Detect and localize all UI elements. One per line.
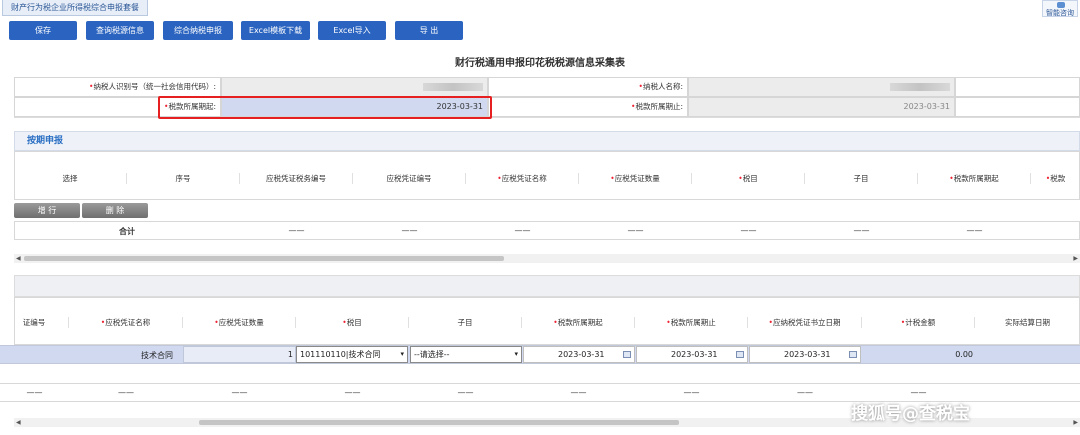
- chat-icon: [1057, 2, 1065, 8]
- assistant-button[interactable]: 智能咨询: [1042, 0, 1078, 17]
- row-voucher-name: 技术合同: [141, 351, 173, 360]
- taxpayer-name-value: [688, 77, 955, 97]
- period-end-date-value: 2023-03-31: [671, 350, 718, 359]
- period-end-field[interactable]: 2023-03-31: [688, 97, 955, 117]
- scroll-right-icon[interactable]: ▶: [1073, 418, 1078, 427]
- total-dash-1: ——: [288, 226, 305, 235]
- chevron-down-icon: ▾: [400, 350, 404, 358]
- calendar-icon[interactable]: [623, 351, 631, 358]
- total-dash-5: ——: [740, 226, 757, 235]
- col2-tax-amount: •计税金额: [862, 317, 975, 328]
- save-button[interactable]: 保存: [9, 21, 77, 40]
- total2-dash-7: ——: [683, 388, 700, 397]
- total-dash-4: ——: [627, 226, 644, 235]
- taxpayer-name-label: •纳税人名称:: [488, 77, 688, 97]
- section2-header-bar: [14, 275, 1080, 297]
- comprehensive-declare-button[interactable]: 综合纳税申报: [163, 21, 233, 40]
- col-voucher-count: •应税凭证数量: [579, 173, 692, 184]
- scroll-left-icon[interactable]: ◀: [16, 254, 21, 263]
- col-index: 序号: [127, 173, 240, 184]
- total2-dash-2: ——: [118, 388, 134, 397]
- calendar-icon[interactable]: [736, 351, 744, 358]
- col2-settlement-date: 实际结算日期: [1005, 318, 1050, 327]
- col-tax-number: 应税凭证税务编号: [240, 173, 353, 184]
- excel-import-button[interactable]: Excel导入: [318, 21, 386, 40]
- col2-tax-item: •税目: [296, 317, 409, 328]
- total-dash-3: ——: [514, 226, 531, 235]
- title-bar: [0, 0, 1080, 18]
- period-start-date-value: 2023-03-31: [558, 350, 605, 359]
- export-button[interactable]: 导 出: [395, 21, 463, 40]
- section-header: 按期申报: [14, 131, 1080, 151]
- col-tax-item: •税目: [692, 173, 805, 184]
- total2-dash-8: ——: [797, 388, 813, 397]
- col2-sub-item: 子目: [409, 317, 522, 328]
- calendar-icon[interactable]: [849, 351, 857, 358]
- total2-dash-5: ——: [457, 388, 474, 397]
- sub-item-value: --请选择--: [414, 350, 450, 359]
- total2-dash-1: ——: [26, 388, 43, 397]
- tax-item-value: 101110110|技术合同: [300, 350, 381, 359]
- signing-date-value: 2023-03-31: [784, 350, 831, 359]
- window-tab[interactable]: 财产行为税企业所得税综合申报套餐: [2, 0, 148, 16]
- total2-dash-6: ——: [570, 388, 587, 397]
- chevron-down-icon: ▾: [514, 350, 518, 358]
- scroll-left-icon[interactable]: ◀: [16, 418, 21, 427]
- horizontal-scrollbar[interactable]: ◀ ▶: [14, 254, 1080, 263]
- col2-voucher-count: •应税凭证数量: [183, 317, 296, 328]
- col2-voucher-name: •应税凭证名称: [69, 317, 183, 328]
- delete-row-button[interactable]: 删 除: [82, 203, 148, 218]
- scroll-thumb[interactable]: [199, 420, 679, 425]
- col2-number: 证编号: [0, 317, 69, 328]
- row-voucher-count[interactable]: 1: [183, 346, 296, 363]
- col2-signing-date: •应纳税凭证书立日期: [748, 317, 862, 328]
- watermark: 搜狐号@查税宝: [851, 404, 970, 424]
- excel-template-download-button[interactable]: Excel模板下载: [241, 21, 310, 40]
- col-tax-truncated: •税款: [1045, 174, 1066, 183]
- highlight-box: [158, 96, 492, 119]
- query-tax-source-button[interactable]: 查询税源信息: [86, 21, 154, 40]
- info-filler-2: [955, 97, 1080, 117]
- form-title: 财行税通用申报印花税税源信息采集表: [455, 58, 625, 69]
- col-voucher-name: •应税凭证名称: [466, 173, 579, 184]
- total2-dash-3: ——: [231, 388, 248, 397]
- taxpayer-id-label: •纳税人识别号（统一社会信用代码）:: [14, 77, 221, 97]
- row-tax-amount: 0.00: [955, 350, 973, 359]
- sub-item-select[interactable]: --请选择-- ▾: [410, 346, 522, 363]
- period-start-date-input[interactable]: 2023-03-31: [523, 346, 635, 363]
- col2-period-start: •税款所属期起: [522, 317, 635, 328]
- taxpayer-id-value: [221, 77, 488, 97]
- add-row-button[interactable]: 增 行: [14, 203, 80, 218]
- col-select: 选择: [14, 173, 127, 184]
- section-title: 按期申报: [27, 136, 64, 146]
- total-label: 合计: [119, 227, 135, 236]
- total-dash-2: ——: [401, 226, 418, 235]
- info-filler: [955, 77, 1080, 97]
- period-end-date-input[interactable]: 2023-03-31: [636, 346, 748, 363]
- col-voucher-number: 应税凭证编号: [353, 173, 466, 184]
- signing-date-input[interactable]: 2023-03-31: [749, 346, 861, 363]
- period-end-label: •税款所属期止:: [488, 97, 688, 117]
- col2-period-end: •税款所属期止: [635, 317, 748, 328]
- total-dash-7: ——: [966, 226, 983, 235]
- col-period-start: •税款所属期起: [918, 173, 1031, 184]
- scroll-thumb[interactable]: [24, 256, 504, 261]
- assistant-label: 智能咨询: [1046, 9, 1074, 17]
- total-dash-6: ——: [853, 226, 870, 235]
- total2-dash-4: ——: [344, 388, 361, 397]
- col-sub-item: 子目: [805, 173, 918, 184]
- tax-item-select[interactable]: 101110110|技术合同 ▾: [296, 346, 408, 363]
- total2-dash-9: ——: [910, 388, 927, 397]
- scroll-right-icon[interactable]: ▶: [1073, 254, 1078, 263]
